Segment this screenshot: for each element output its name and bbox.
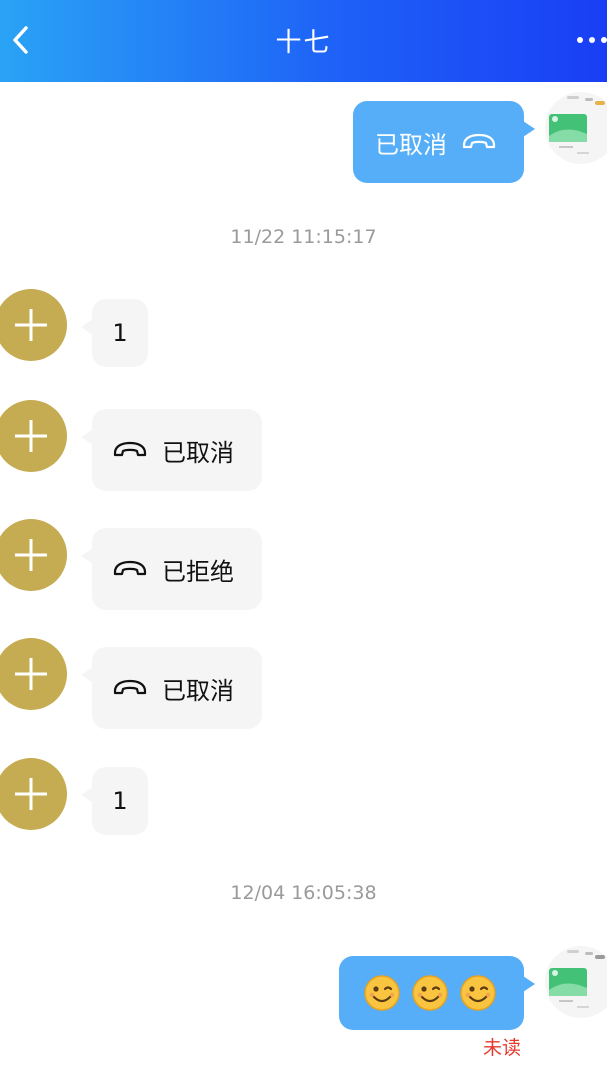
avatar-image-icon: [549, 96, 605, 154]
message-bubble-incoming[interactable]: 1: [81, 767, 148, 835]
message-timestamp: 12/04 16:05:38: [230, 882, 377, 904]
hangup-phone-icon: [113, 560, 147, 576]
contact-avatar[interactable]: [0, 519, 67, 591]
plus-icon: [15, 309, 47, 341]
hangup-phone-icon: [113, 441, 147, 457]
contact-avatar[interactable]: [0, 638, 67, 710]
contact-avatar[interactable]: [0, 758, 67, 830]
more-options-button[interactable]: [565, 22, 607, 58]
message-bubble-incoming[interactable]: 已取消: [81, 409, 262, 491]
message-text: 1: [112, 787, 128, 815]
plus-icon: [15, 778, 47, 810]
unread-status-label: 未读: [483, 1037, 522, 1059]
more-dots-icon: [577, 37, 583, 43]
call-status-text: 已取消: [162, 438, 234, 467]
contact-avatar[interactable]: [0, 400, 67, 472]
call-status-text: 已拒绝: [162, 557, 234, 586]
hangup-phone-icon: [113, 679, 147, 695]
avatar-image-icon: [549, 950, 605, 1008]
self-avatar[interactable]: [545, 92, 607, 164]
hangup-phone-icon: [462, 133, 496, 149]
call-status-text: 已取消: [162, 676, 234, 705]
plus-icon: [15, 539, 47, 571]
message-bubble-incoming[interactable]: 已拒绝: [81, 528, 262, 610]
wink-emoji-icon: [460, 975, 496, 1011]
message-bubble-outgoing[interactable]: [339, 956, 535, 1030]
contact-avatar[interactable]: [0, 289, 67, 361]
plus-icon: [15, 420, 47, 452]
chat-title: 十七: [275, 28, 332, 58]
message-text: 1: [112, 319, 128, 347]
message-timestamp: 11/22 11:15:17: [230, 226, 377, 248]
self-avatar[interactable]: [545, 946, 607, 1018]
message-bubble-outgoing[interactable]: 已取消: [353, 101, 535, 183]
chat-screen: 十七 已取消 11/22 11:15:17 1 已取消 已拒绝 已取消 1 12…: [0, 0, 607, 1080]
wink-emoji-icon: [364, 975, 400, 1011]
message-bubble-incoming[interactable]: 1: [81, 299, 148, 367]
message-bubble-incoming[interactable]: 已取消: [81, 647, 262, 729]
plus-icon: [15, 658, 47, 690]
call-status-text: 已取消: [375, 130, 447, 159]
chat-header: 十七: [0, 0, 607, 82]
wink-emoji-icon: [412, 975, 448, 1011]
